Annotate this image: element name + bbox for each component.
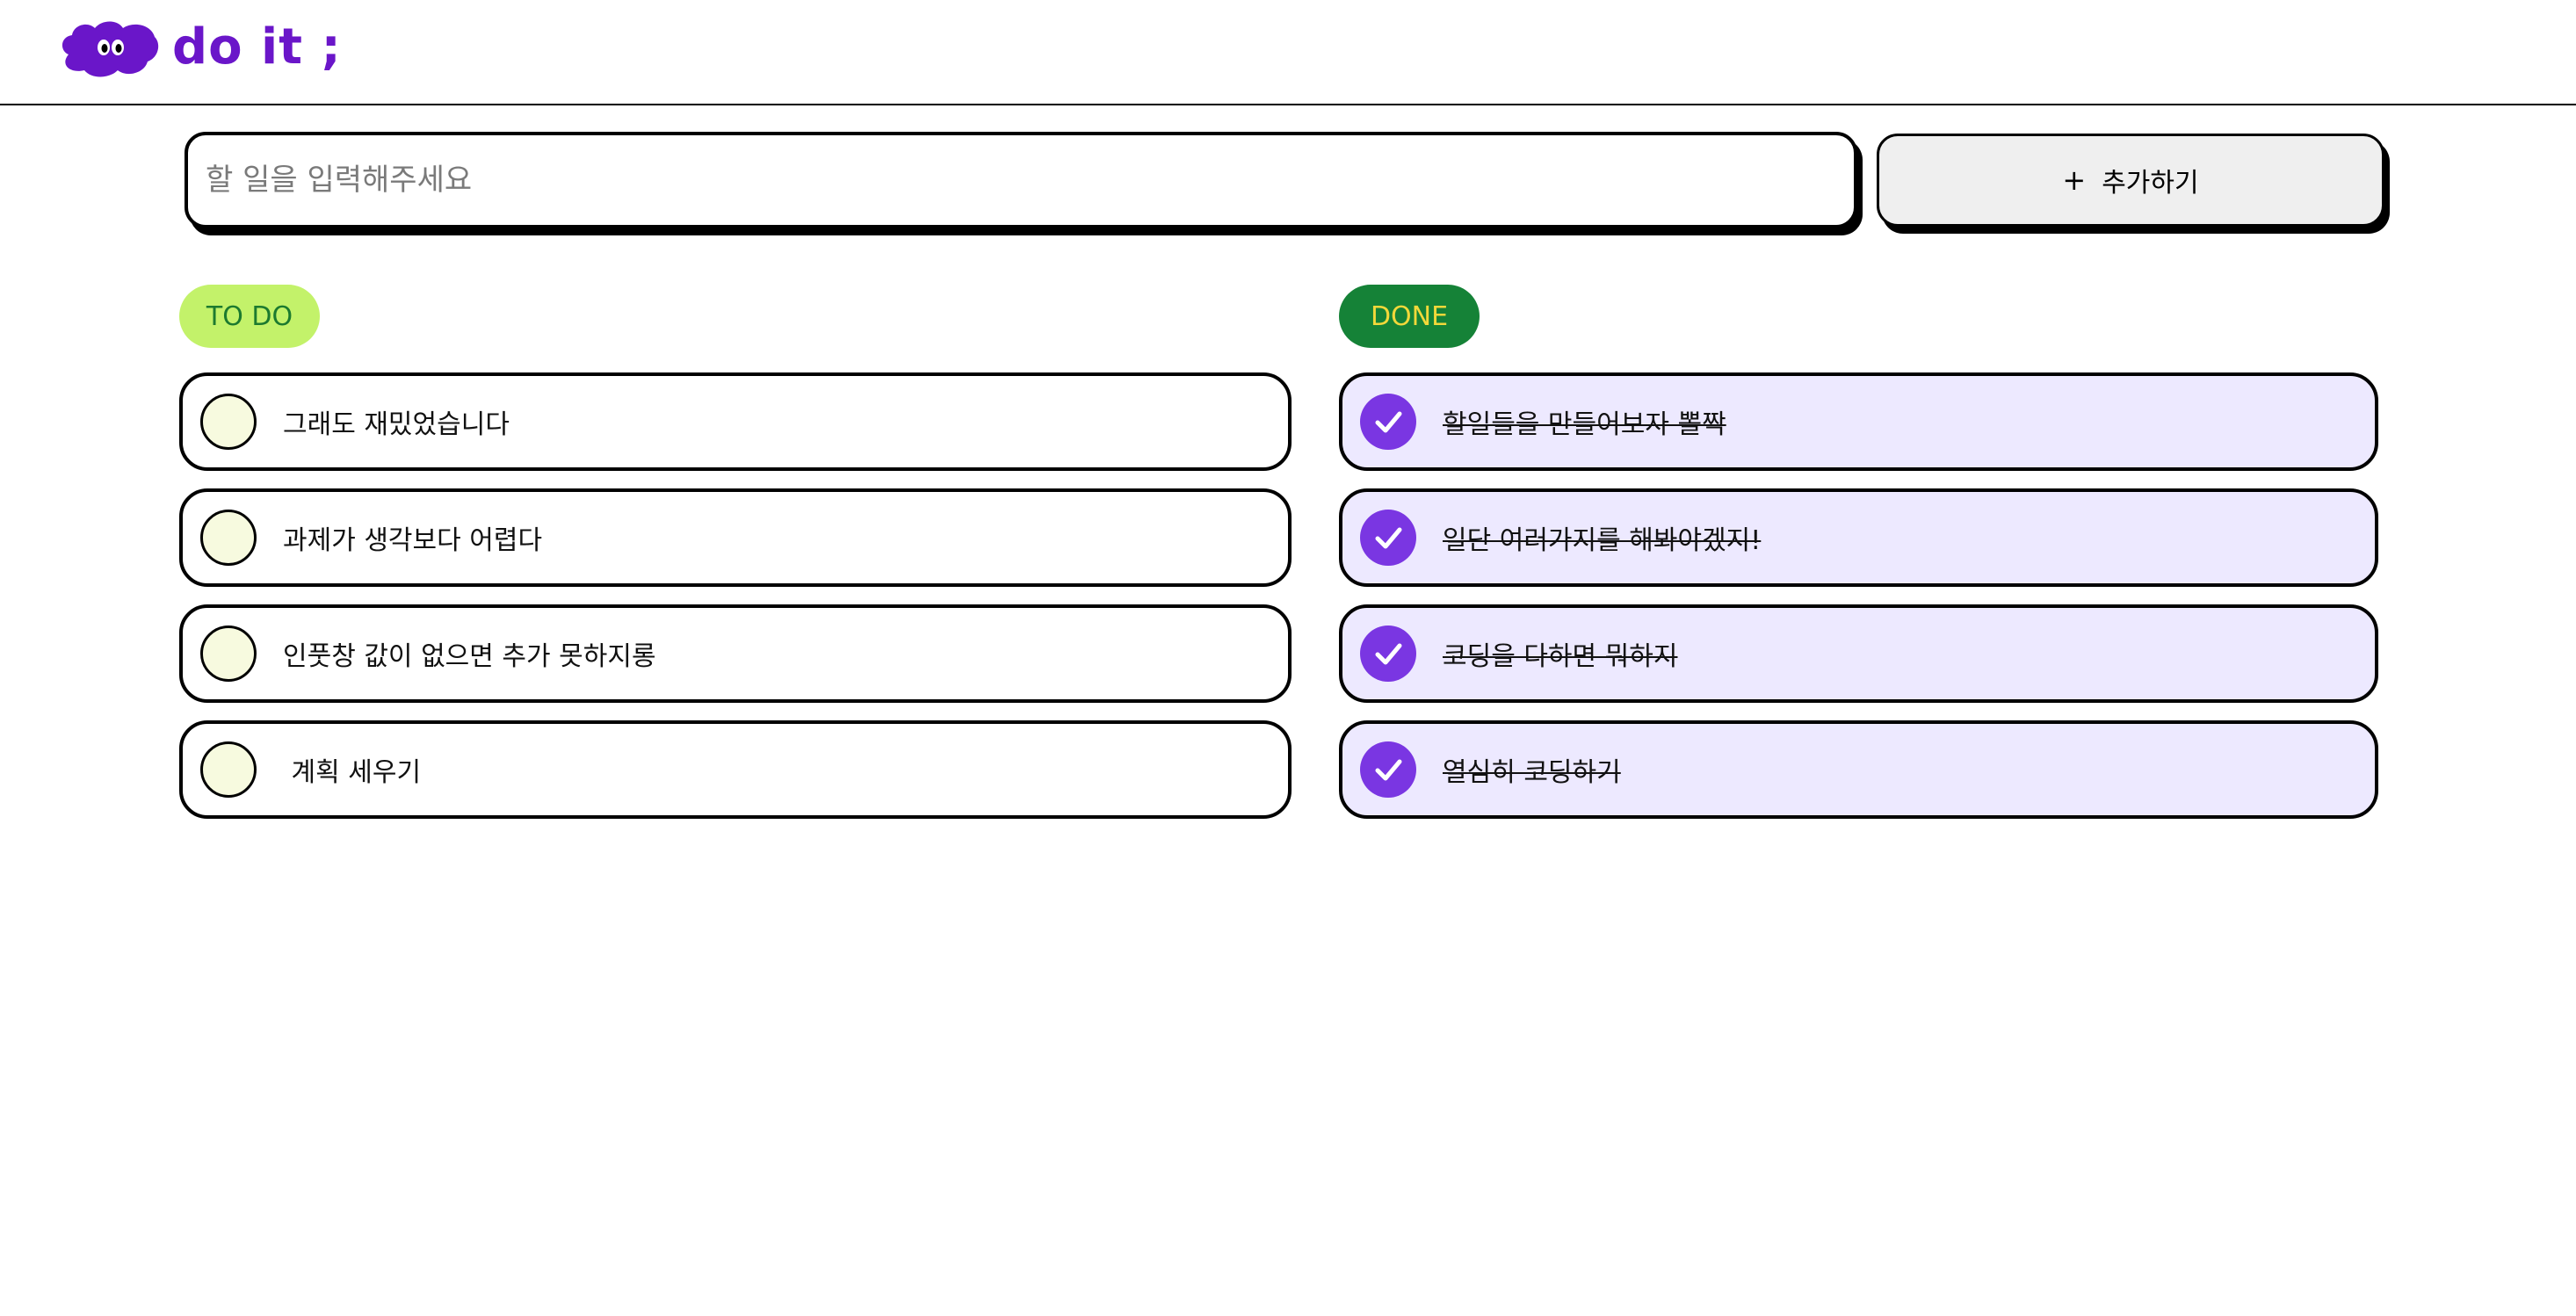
checkmark-icon[interactable] bbox=[1360, 741, 1416, 798]
todo-item-label[interactable]: 인풋창 값이 없으면 추가 못하지롱 bbox=[283, 634, 656, 673]
todo-item[interactable]: 인풋창 값이 없으면 추가 못하지롱 bbox=[179, 604, 1292, 703]
todo-item-label[interactable]: 과제가 생각보다 어렵다 bbox=[283, 518, 542, 557]
logo-text: do it ; bbox=[172, 18, 342, 76]
unchecked-circle-icon[interactable] bbox=[200, 510, 257, 566]
done-item[interactable]: 열심히 코딩하기 bbox=[1339, 720, 2378, 819]
done-section-badge: DONE bbox=[1339, 285, 1480, 348]
done-item-label[interactable]: 일단 여러가지를 해봐야겠지! bbox=[1443, 518, 1761, 557]
plus-icon: + bbox=[2062, 163, 2087, 197]
checkmark-icon[interactable] bbox=[1360, 510, 1416, 566]
todo-item-label[interactable]: 그래도 재밌었습니다 bbox=[283, 402, 510, 441]
done-item[interactable]: 코딩을 다하면 뭐하지 bbox=[1339, 604, 2378, 703]
cloud-mascot-icon bbox=[62, 21, 159, 77]
todo-input[interactable] bbox=[185, 132, 1857, 228]
app-header: do it ; bbox=[0, 0, 2576, 105]
add-button-label: 추가하기 bbox=[2102, 168, 2199, 199]
unchecked-circle-icon[interactable] bbox=[200, 625, 257, 682]
todo-item[interactable]: 과제가 생각보다 어렵다 bbox=[179, 488, 1292, 587]
logo[interactable]: do it ; bbox=[56, 16, 342, 79]
checkmark-icon[interactable] bbox=[1360, 625, 1416, 682]
done-item[interactable]: 일단 여러가지를 해봐야겠지! bbox=[1339, 488, 2378, 587]
todo-item[interactable]: 그래도 재밌었습니다 bbox=[179, 372, 1292, 471]
done-list: 할일들을 만들어보자 뽈짝 일단 여러가지를 해봐야겠지! 코딩을 다하면 뭐하… bbox=[1339, 372, 2378, 836]
todo-list: 그래도 재밌었습니다 과제가 생각보다 어렵다 인풋창 값이 없으면 추가 못하… bbox=[179, 372, 1292, 836]
add-todo-button[interactable]: + 추가하기 bbox=[1877, 134, 2384, 227]
todo-item-label[interactable]: 계획 세우기 bbox=[283, 750, 422, 789]
todo-item[interactable]: 계획 세우기 bbox=[179, 720, 1292, 819]
unchecked-circle-icon[interactable] bbox=[200, 741, 257, 798]
done-item-label[interactable]: 열심히 코딩하기 bbox=[1443, 750, 1621, 789]
todo-section-badge: TO DO bbox=[179, 285, 320, 348]
done-item-label[interactable]: 할일들을 만들어보자 뽈짝 bbox=[1443, 402, 1726, 441]
unchecked-circle-icon[interactable] bbox=[200, 394, 257, 450]
done-item-label[interactable]: 코딩을 다하면 뭐하지 bbox=[1443, 634, 1677, 673]
done-item[interactable]: 할일들을 만들어보자 뽈짝 bbox=[1339, 372, 2378, 471]
checkmark-icon[interactable] bbox=[1360, 394, 1416, 450]
